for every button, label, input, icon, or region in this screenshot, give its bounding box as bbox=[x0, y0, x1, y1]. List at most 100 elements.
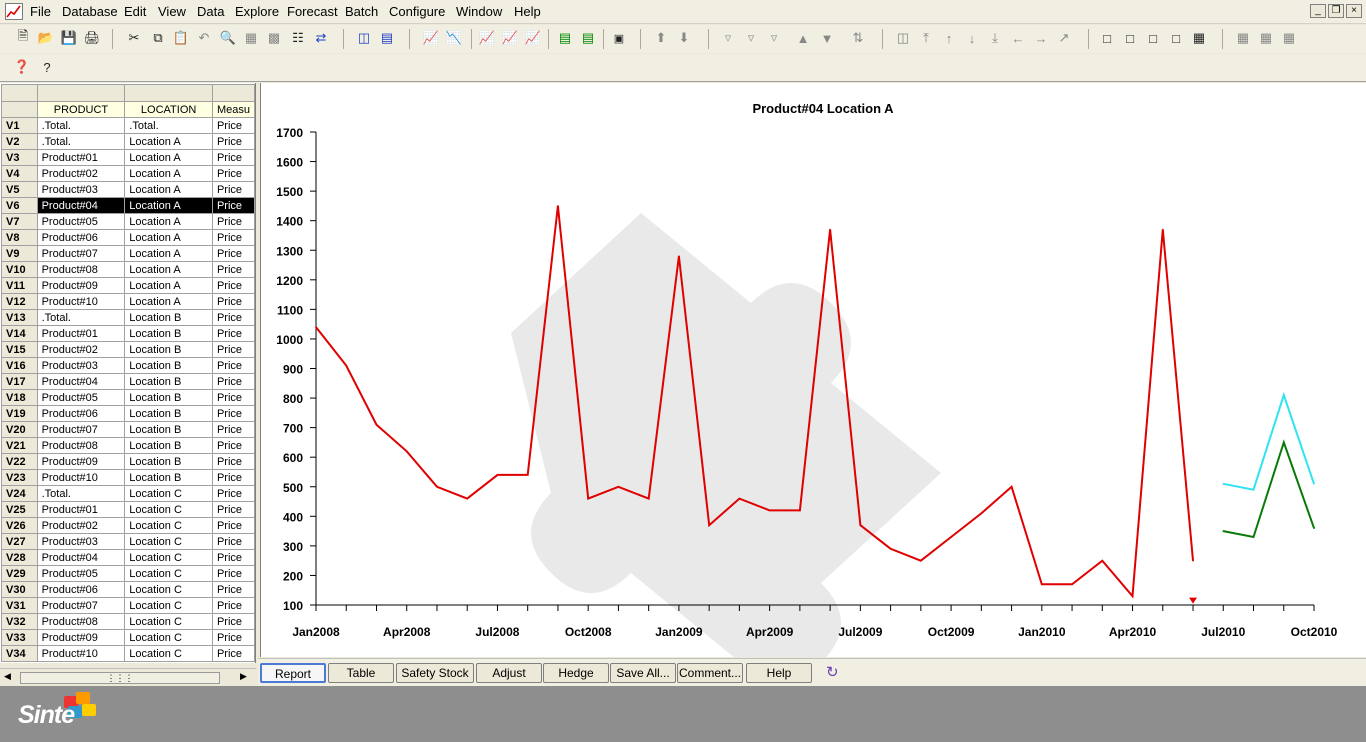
cell-location[interactable]: Location A bbox=[124, 245, 213, 262]
funnel-icon[interactable]: ▼ bbox=[817, 28, 837, 48]
cell-location[interactable]: Location B bbox=[124, 469, 213, 486]
trend-icon[interactable]: ↗ bbox=[1054, 28, 1074, 48]
columns-icon[interactable]: ◫ bbox=[893, 28, 913, 48]
print-icon[interactable]: 🖨 bbox=[82, 28, 102, 48]
cell-measure[interactable]: Price bbox=[211, 197, 256, 214]
menu-edit[interactable]: Edit bbox=[124, 4, 146, 19]
cell-product[interactable]: Product#03 bbox=[36, 181, 126, 198]
cell-measure[interactable]: Price bbox=[211, 485, 256, 502]
cell-product[interactable]: Product#10 bbox=[36, 293, 126, 310]
row-header[interactable]: V32 bbox=[1, 613, 38, 630]
replace-icon[interactable]: ▦ bbox=[241, 28, 261, 48]
table-row[interactable]: V21 Product#08 Location B Price bbox=[1, 437, 256, 454]
table-row[interactable]: V30 Product#06 Location C Price bbox=[1, 581, 256, 598]
menu-forecast[interactable]: Forecast bbox=[287, 4, 338, 19]
row-header[interactable]: V34 bbox=[1, 645, 38, 662]
cell-product[interactable]: Product#07 bbox=[36, 421, 126, 438]
cell-location[interactable]: Location C bbox=[124, 629, 213, 646]
table-row[interactable]: V12 Product#10 Location A Price bbox=[1, 293, 256, 310]
tab-table[interactable]: Table bbox=[328, 663, 394, 683]
table-view-3-icon[interactable]: ▦ bbox=[1279, 28, 1299, 48]
cell-location[interactable]: Location C bbox=[124, 517, 213, 534]
cell-measure[interactable]: Price bbox=[211, 389, 256, 406]
cell-measure[interactable]: Price bbox=[211, 469, 256, 486]
cell-measure[interactable]: Price bbox=[211, 613, 256, 630]
filter-d-icon[interactable]: ▿ bbox=[718, 28, 738, 48]
cell-product[interactable]: Product#04 bbox=[36, 373, 126, 390]
cell-measure[interactable]: Price bbox=[211, 565, 256, 582]
help-icon[interactable]: ? bbox=[37, 57, 57, 77]
cell-measure[interactable]: Price bbox=[211, 453, 256, 470]
paste-icon[interactable]: 📋 bbox=[171, 28, 191, 48]
cell-location[interactable]: Location C bbox=[124, 597, 213, 614]
row-header[interactable]: V19 bbox=[1, 405, 38, 422]
select-icon[interactable]: ▩ bbox=[264, 28, 284, 48]
refresh-icon[interactable]: ↻ bbox=[826, 663, 839, 681]
row-header[interactable]: V31 bbox=[1, 597, 38, 614]
table-row[interactable]: V18 Product#05 Location B Price bbox=[1, 389, 256, 406]
cell-product[interactable]: Product#01 bbox=[36, 501, 126, 518]
table-row[interactable]: V20 Product#07 Location B Price bbox=[1, 421, 256, 438]
cell-location[interactable]: Location C bbox=[124, 565, 213, 582]
cell-product[interactable]: Product#01 bbox=[36, 325, 126, 342]
move-down-icon[interactable]: ↓ bbox=[962, 28, 982, 48]
cell-location[interactable]: Location A bbox=[124, 261, 213, 278]
table-row[interactable]: V28 Product#04 Location C Price bbox=[1, 549, 256, 566]
tab-safety-stock[interactable]: Safety Stock bbox=[396, 663, 474, 683]
cell-location[interactable]: Location A bbox=[124, 229, 213, 246]
close-button[interactable]: × bbox=[1346, 4, 1362, 18]
cell-measure[interactable]: Price bbox=[211, 261, 256, 278]
cell-measure[interactable]: Price bbox=[211, 597, 256, 614]
bid-icon[interactable]: ▤ bbox=[578, 28, 598, 48]
chart-m-icon[interactable]: 📈 bbox=[477, 28, 497, 48]
chart-r-icon[interactable]: 📈 bbox=[523, 28, 543, 48]
cell-measure[interactable]: Price bbox=[211, 165, 256, 182]
row-header[interactable]: V9 bbox=[1, 245, 38, 262]
cell-location[interactable]: Location B bbox=[124, 341, 213, 358]
sort-az-icon[interactable]: ⇅ bbox=[848, 28, 868, 48]
flask-icon[interactable]: ▲ bbox=[793, 28, 813, 48]
table-row[interactable]: V6 Product#04 Location A Price bbox=[1, 197, 256, 214]
cell-product[interactable]: Product#05 bbox=[36, 213, 126, 230]
cell-location[interactable]: Location C bbox=[124, 485, 213, 502]
row-header[interactable]: V11 bbox=[1, 277, 38, 294]
cell-location[interactable]: Location A bbox=[124, 277, 213, 294]
table-view-1-icon[interactable]: ▦ bbox=[1233, 28, 1253, 48]
cut-icon[interactable]: ✂ bbox=[124, 28, 144, 48]
cell-product[interactable]: Product#07 bbox=[36, 597, 126, 614]
cell-product[interactable]: .Total. bbox=[36, 117, 126, 134]
cell-product[interactable]: Product#09 bbox=[36, 277, 126, 294]
row-header[interactable]: V21 bbox=[1, 437, 38, 454]
menu-view[interactable]: View bbox=[158, 4, 186, 19]
table-row[interactable]: V17 Product#04 Location B Price bbox=[1, 373, 256, 390]
row-header[interactable]: V12 bbox=[1, 293, 38, 310]
context-help-icon[interactable]: ❓ bbox=[12, 57, 32, 77]
row-header[interactable]: V22 bbox=[1, 453, 38, 470]
cell-measure[interactable]: Price bbox=[211, 501, 256, 518]
cell-product[interactable]: Product#03 bbox=[36, 533, 126, 550]
table-row[interactable]: V14 Product#01 Location B Price bbox=[1, 325, 256, 342]
row-header[interactable]: V28 bbox=[1, 549, 38, 566]
chart-view-2-icon[interactable]: □ bbox=[1120, 28, 1140, 48]
chart-view-1-icon[interactable]: □ bbox=[1097, 28, 1117, 48]
cell-product[interactable]: Product#05 bbox=[36, 565, 126, 582]
menu-explore[interactable]: Explore bbox=[235, 4, 279, 19]
restore-button[interactable]: ❐ bbox=[1328, 4, 1344, 18]
row-header[interactable]: V20 bbox=[1, 421, 38, 438]
upload-icon[interactable]: ⬆ bbox=[651, 28, 671, 48]
cell-measure[interactable]: Price bbox=[211, 517, 256, 534]
cell-measure[interactable]: Price bbox=[211, 133, 256, 150]
table-row[interactable]: V22 Product#09 Location B Price bbox=[1, 453, 256, 470]
cell-measure[interactable]: Price bbox=[211, 405, 256, 422]
table-row[interactable]: V31 Product#07 Location C Price bbox=[1, 597, 256, 614]
row-header[interactable]: V13 bbox=[1, 309, 38, 326]
table-row[interactable]: V25 Product#01 Location C Price bbox=[1, 501, 256, 518]
big-icon[interactable]: ▣ bbox=[608, 28, 630, 48]
row-header[interactable]: V33 bbox=[1, 629, 38, 646]
cell-measure[interactable]: Price bbox=[211, 533, 256, 550]
cell-location[interactable]: Location C bbox=[124, 581, 213, 598]
row-header[interactable]: V27 bbox=[1, 533, 38, 550]
table-row[interactable]: V33 Product#09 Location C Price bbox=[1, 629, 256, 646]
cell-location[interactable]: Location B bbox=[124, 309, 213, 326]
row-header[interactable]: V10 bbox=[1, 261, 38, 278]
